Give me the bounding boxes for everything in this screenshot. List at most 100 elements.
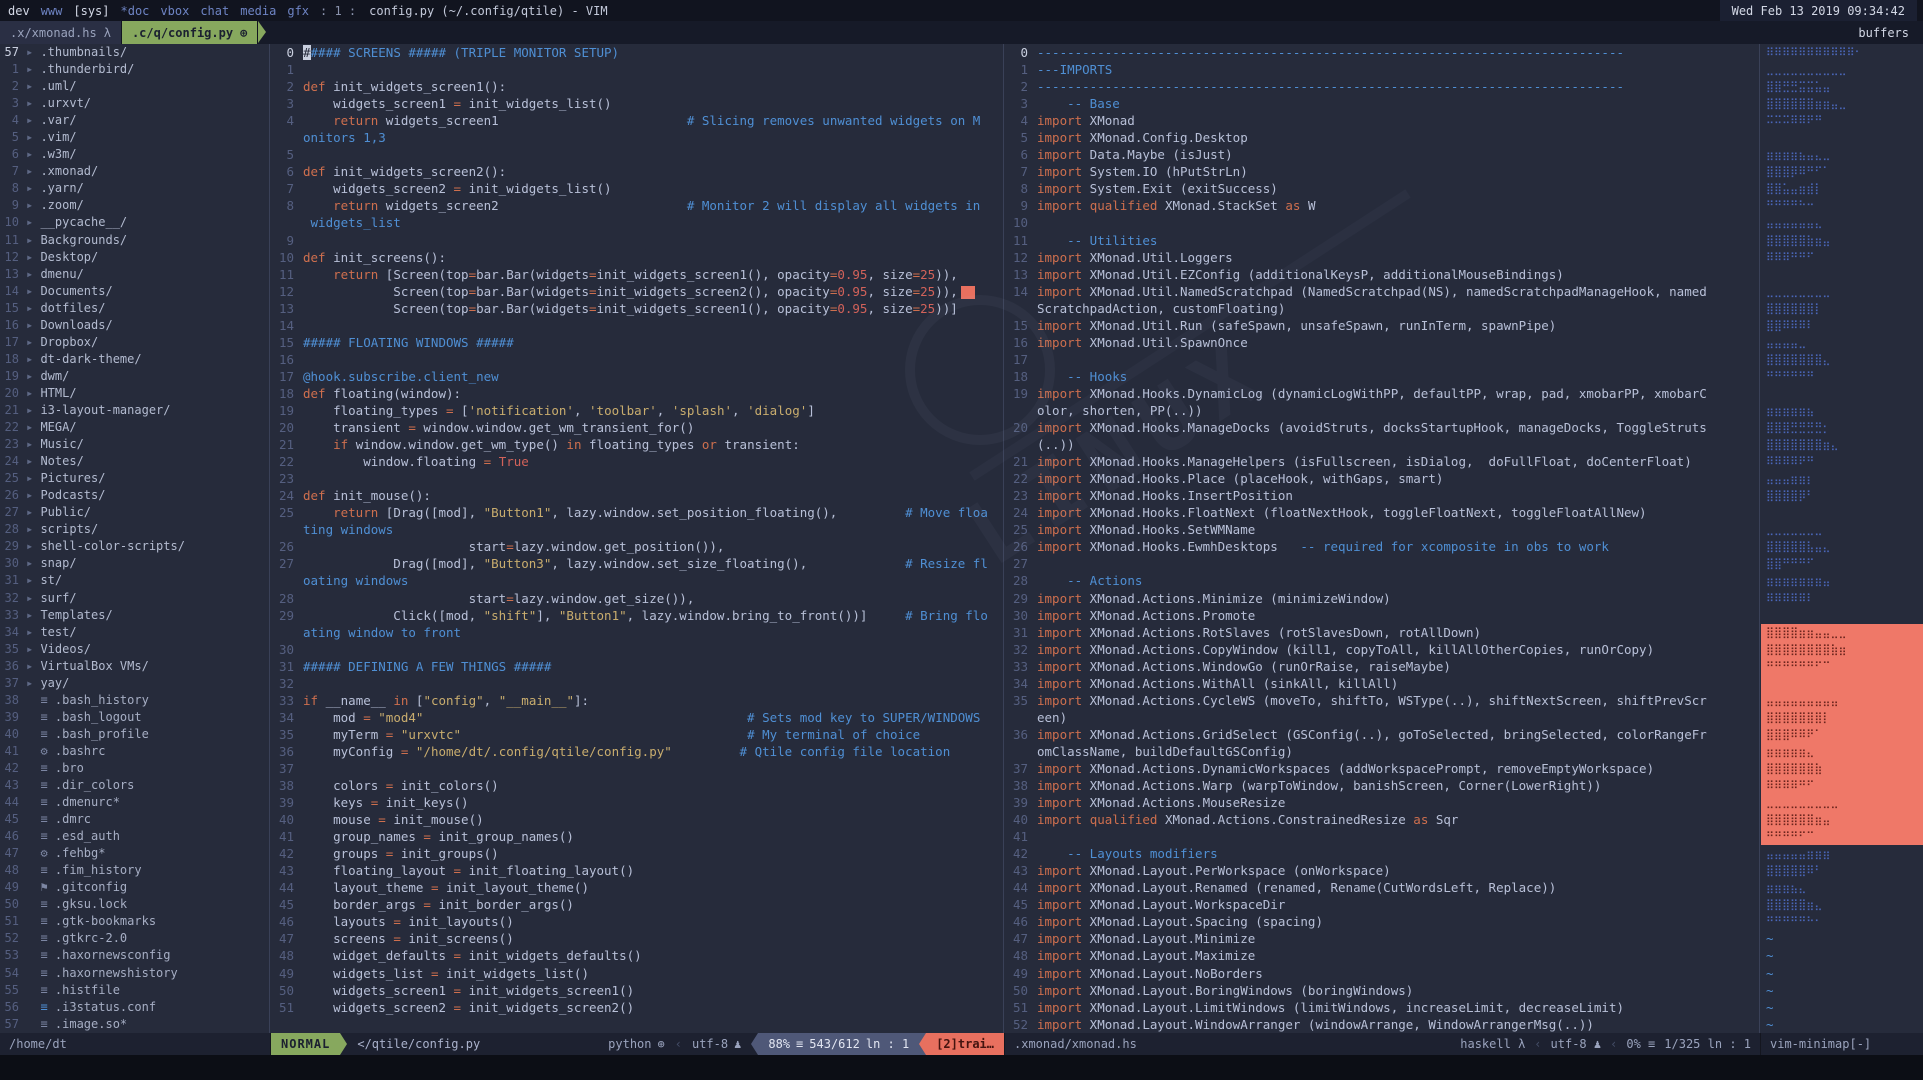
code-line[interactable]: 45import XMonad.Layout.WorkspaceDir — [1005, 896, 1759, 913]
code-line[interactable]: 26 start=lazy.window.get_position()), — [271, 538, 1003, 555]
code-line[interactable]: 2---------------------------------------… — [1005, 78, 1759, 95]
tree-item[interactable]: 7▸ .xmonad/ — [0, 163, 269, 180]
code-line[interactable]: 12 Screen(top=bar.Bar(widgets=init_widge… — [271, 283, 1003, 300]
tree-item[interactable]: 10▸ __pycache__/ — [0, 214, 269, 231]
code-line[interactable]: 23 — [271, 470, 1003, 487]
code-line[interactable]: 6import Data.Maybe (isJust) — [1005, 146, 1759, 163]
code-line[interactable]: onitors 1,3 — [271, 129, 1003, 146]
tree-item[interactable]: 41 ⚙ .bashrc — [0, 743, 269, 760]
workspace-gfx[interactable]: gfx — [285, 4, 311, 18]
code-line[interactable]: 13 Screen(top=bar.Bar(widgets=init_widge… — [271, 300, 1003, 317]
code-line[interactable]: 5 — [271, 146, 1003, 163]
code-line[interactable]: 19 floating_types = ['notification', 'to… — [271, 402, 1003, 419]
tree-item[interactable]: 37▸ yay/ — [0, 675, 269, 692]
code-line[interactable]: 33import XMonad.Actions.WindowGo (runOrR… — [1005, 658, 1759, 675]
code-line[interactable]: oating windows — [271, 572, 1003, 589]
editor-pane-xmonad-hs[interactable]: 0---------------------------------------… — [1005, 44, 1760, 1033]
tree-item[interactable]: 8▸ .yarn/ — [0, 180, 269, 197]
tree-item[interactable]: 28▸ scripts/ — [0, 521, 269, 538]
code-line[interactable]: 47 screens = init_screens() — [271, 930, 1003, 947]
code-line[interactable]: 27 Drag([mod], "Button3", lazy.window.se… — [271, 555, 1003, 572]
code-line[interactable]: 3 widgets_screen1 = init_widgets_list() — [271, 95, 1003, 112]
nerdtree-pane[interactable]: 57▸ .thumbnails/1▸ .thunderbird/2▸ .uml/… — [0, 44, 270, 1033]
tree-item[interactable]: 9▸ .zoom/ — [0, 197, 269, 214]
tree-item[interactable]: 49 ⚑ .gitconfig — [0, 879, 269, 896]
code-line[interactable]: ScratchpadAction, customFloating) — [1005, 300, 1759, 317]
tree-item[interactable]: 17▸ Dropbox/ — [0, 334, 269, 351]
tree-item[interactable]: 11▸ Backgrounds/ — [0, 232, 269, 249]
code-line[interactable]: 38import XMonad.Actions.Warp (warpToWind… — [1005, 777, 1759, 794]
tree-item[interactable]: 31▸ st/ — [0, 572, 269, 589]
tree-item[interactable]: 57▸ .thumbnails/ — [0, 44, 269, 61]
tree-item[interactable]: 40 ≡ .bash_profile — [0, 726, 269, 743]
code-line[interactable]: 13import XMonad.Util.EZConfig (additiona… — [1005, 266, 1759, 283]
code-line[interactable]: 39import XMonad.Actions.MouseResize — [1005, 794, 1759, 811]
tree-item[interactable]: 43 ≡ .dir_colors — [0, 777, 269, 794]
code-line[interactable]: 32 — [271, 675, 1003, 692]
code-line[interactable]: 17@hook.subscribe.client_new — [271, 368, 1003, 385]
code-line[interactable]: 34import XMonad.Actions.WithAll (sinkAll… — [1005, 675, 1759, 692]
tree-item[interactable]: 12▸ Desktop/ — [0, 249, 269, 266]
code-line[interactable]: 14import XMonad.Util.NamedScratchpad (Na… — [1005, 283, 1759, 300]
tree-item[interactable]: 46 ≡ .esd_auth — [0, 828, 269, 845]
code-line[interactable]: 31##### DEFINING A FEW THINGS ##### — [271, 658, 1003, 675]
code-line[interactable]: 42 groups = init_groups() — [271, 845, 1003, 862]
code-line[interactable]: ating window to front — [271, 624, 1003, 641]
code-line[interactable]: 28 start=lazy.window.get_size()), — [271, 590, 1003, 607]
code-line[interactable]: 36 myConfig = "/home/dt/.config/qtile/co… — [271, 743, 1003, 760]
tab-.x-xmonad.hs[interactable]: .x/xmonad.hsλ — [0, 21, 122, 44]
code-line[interactable]: 37import XMonad.Actions.DynamicWorkspace… — [1005, 760, 1759, 777]
code-line[interactable]: 22import XMonad.Hooks.Place (placeHook, … — [1005, 470, 1759, 487]
tree-item[interactable]: 47 ⚙ .fehbg* — [0, 845, 269, 862]
tab-.c-q-config.py[interactable]: .c/q/config.py⊕ — [122, 21, 258, 44]
tree-item[interactable]: 57 ≡ .image.so* — [0, 1016, 269, 1033]
tree-item[interactable]: 3▸ .urxvt/ — [0, 95, 269, 112]
code-line[interactable]: 7import System.IO (hPutStrLn) — [1005, 163, 1759, 180]
tree-item[interactable]: 27▸ Public/ — [0, 504, 269, 521]
code-line[interactable]: 48import XMonad.Layout.Maximize — [1005, 947, 1759, 964]
code-line[interactable]: 9 — [271, 232, 1003, 249]
tree-item[interactable]: 44 ≡ .dmenurc* — [0, 794, 269, 811]
code-line[interactable]: 12import XMonad.Util.Loggers — [1005, 249, 1759, 266]
tree-item[interactable]: 50 ≡ .gksu.lock — [0, 896, 269, 913]
tree-item[interactable]: 45 ≡ .dmrc — [0, 811, 269, 828]
tree-item[interactable]: 55 ≡ .histfile — [0, 982, 269, 999]
tree-item[interactable]: 25▸ Pictures/ — [0, 470, 269, 487]
code-line[interactable]: 21import XMonad.Hooks.ManageHelpers (isF… — [1005, 453, 1759, 470]
code-line[interactable]: 10def init_screens(): — [271, 249, 1003, 266]
code-line[interactable]: 28 -- Actions — [1005, 572, 1759, 589]
editor-pane-config-py[interactable]: 0##### SCREENS ##### (TRIPLE MONITOR SET… — [271, 44, 1004, 1033]
code-line[interactable]: 33if __name__ in ["config", "__main__"]: — [271, 692, 1003, 709]
code-line[interactable]: 29 Click([mod, "shift"], "Button1", lazy… — [271, 607, 1003, 624]
code-line[interactable]: 30import XMonad.Actions.Promote — [1005, 607, 1759, 624]
tree-item[interactable]: 30▸ snap/ — [0, 555, 269, 572]
code-line[interactable]: 29import XMonad.Actions.Minimize (minimi… — [1005, 590, 1759, 607]
tree-item[interactable]: 19▸ dwm/ — [0, 368, 269, 385]
code-line[interactable]: 15##### FLOATING WINDOWS ##### — [271, 334, 1003, 351]
code-line[interactable]: 49 widgets_list = init_widgets_list() — [271, 965, 1003, 982]
tree-item[interactable]: 21▸ i3-layout-manager/ — [0, 402, 269, 419]
code-line[interactable]: 11 -- Utilities — [1005, 232, 1759, 249]
workspace-media[interactable]: media — [238, 4, 278, 18]
code-line[interactable]: omClassName, buildDefaultGSConfig) — [1005, 743, 1759, 760]
code-line[interactable]: 1---IMPORTS — [1005, 61, 1759, 78]
tree-item[interactable]: 26▸ Podcasts/ — [0, 487, 269, 504]
tree-item[interactable]: 1▸ .thunderbird/ — [0, 61, 269, 78]
code-line[interactable]: 25 return [Drag([mod], "Button1", lazy.w… — [271, 504, 1003, 521]
code-line[interactable]: 37 — [271, 760, 1003, 777]
code-line[interactable]: 40 mouse = init_mouse() — [271, 811, 1003, 828]
code-line[interactable]: widgets_list — [271, 214, 1003, 231]
workspace-doc[interactable]: *doc — [119, 4, 152, 18]
code-line[interactable]: 7 widgets_screen2 = init_widgets_list() — [271, 180, 1003, 197]
code-line[interactable]: 18def floating(window): — [271, 385, 1003, 402]
code-line[interactable]: 45 border_args = init_border_args() — [271, 896, 1003, 913]
code-line[interactable]: 24def init_mouse(): — [271, 487, 1003, 504]
code-line[interactable]: 15import XMonad.Util.Run (safeSpawn, uns… — [1005, 317, 1759, 334]
code-line[interactable]: 21 if window.window.get_wm_type() in flo… — [271, 436, 1003, 453]
code-line[interactable]: 39 keys = init_keys() — [271, 794, 1003, 811]
code-line[interactable]: olor, shorten, PP(..)) — [1005, 402, 1759, 419]
code-line[interactable]: 20 transient = window.window.get_wm_tran… — [271, 419, 1003, 436]
code-line[interactable]: 16import XMonad.Util.SpawnOnce — [1005, 334, 1759, 351]
workspace-sys[interactable]: [sys] — [71, 4, 111, 18]
code-line[interactable]: 47import XMonad.Layout.Minimize — [1005, 930, 1759, 947]
